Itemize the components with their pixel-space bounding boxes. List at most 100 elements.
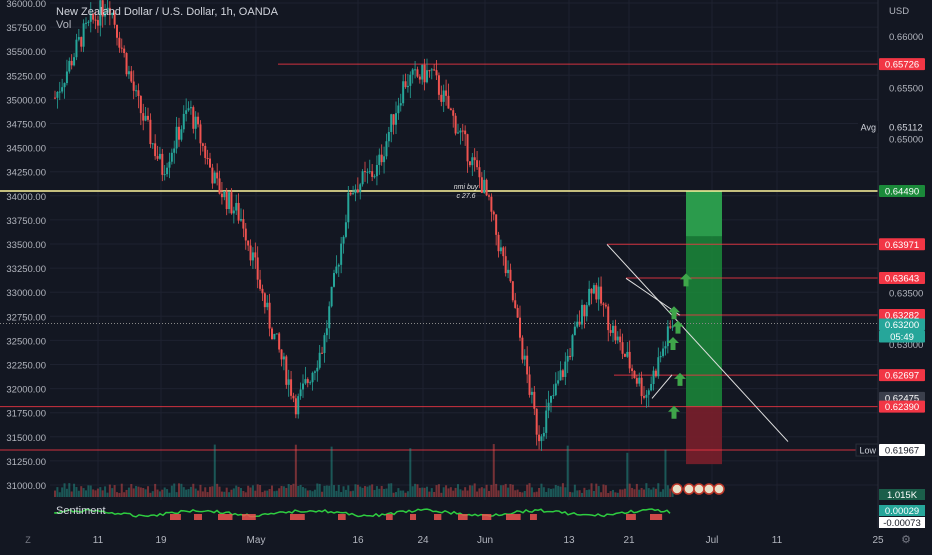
volume-bar	[235, 485, 238, 497]
candle-body	[268, 302, 271, 329]
candle-body	[483, 179, 486, 193]
volume-bar	[144, 489, 147, 497]
volume-bar	[428, 491, 431, 497]
candle-body	[144, 115, 147, 121]
volume-bar	[476, 491, 479, 497]
volume-tag-label: 1.015K	[887, 490, 918, 501]
right-axis-tick: 0.65000	[889, 135, 923, 146]
chart-header: New Zealand Dollar / U.S. Dollar, 1h, OA…	[56, 6, 278, 32]
volume-bar	[137, 486, 140, 497]
buy-annotation-value: c 27.6	[456, 193, 475, 200]
volume-bar	[528, 483, 531, 497]
volume-bar	[225, 487, 228, 497]
candle-body	[125, 53, 128, 75]
candle-body	[132, 81, 135, 91]
volume-bar	[123, 492, 126, 497]
right-axis-tick: 0.65500	[889, 83, 923, 94]
volume-bar	[516, 489, 519, 497]
left-axis-tick: 31750.00	[6, 409, 46, 420]
candle-body	[354, 189, 357, 194]
candle-body	[609, 330, 612, 333]
candle-body	[242, 219, 245, 229]
volume-bar	[249, 487, 252, 497]
candle-body	[123, 48, 126, 54]
volume-bar	[106, 492, 109, 497]
event-marker-icon[interactable]	[713, 483, 725, 495]
volume-bar	[185, 489, 188, 497]
volume-bar	[349, 491, 352, 497]
candle-body	[640, 377, 643, 397]
price-chart[interactable]: nmi buy c 27.6 36000.00 35750.00 35500.00 35…	[0, 0, 932, 550]
candle-body	[151, 143, 154, 145]
volume-bar	[101, 490, 104, 497]
volume-bar	[447, 488, 450, 497]
candle-body	[178, 126, 180, 140]
volume-bar	[614, 492, 617, 497]
sentiment-negative-bar	[458, 514, 468, 520]
candle-body	[173, 148, 176, 153]
event-marker-icon[interactable]	[693, 483, 705, 495]
candle-body	[650, 384, 653, 391]
candle-body	[223, 191, 226, 198]
candle-body	[490, 196, 493, 212]
volume-bar	[175, 492, 178, 497]
volume-bar	[318, 483, 321, 497]
candle-body	[607, 306, 610, 331]
volume-bar	[426, 486, 428, 497]
event-marker-icon[interactable]	[683, 483, 695, 495]
volume-bar	[473, 483, 476, 497]
volume-bar	[647, 488, 650, 497]
candle-body	[647, 390, 650, 395]
volume-bar	[63, 483, 66, 497]
timezone-icon: Z	[25, 535, 31, 545]
volume-bar	[151, 491, 154, 497]
candle-body	[194, 116, 197, 129]
volume-bar	[423, 487, 426, 497]
volume-bar	[354, 484, 357, 497]
volume-bar	[502, 485, 505, 497]
volume-bar	[387, 483, 390, 497]
volume-bar	[99, 487, 102, 497]
price-tag-label: 0.62390	[885, 402, 919, 413]
candle-body	[166, 167, 169, 175]
candle-body	[600, 286, 603, 304]
volume-bar	[592, 490, 595, 497]
volume-bar	[375, 486, 378, 497]
candle-body	[302, 383, 304, 390]
candle-body	[476, 160, 479, 168]
candle-body	[540, 436, 543, 442]
candle-body	[552, 395, 555, 397]
left-axis-tick: 32250.00	[6, 361, 46, 372]
candle-body	[550, 395, 552, 403]
candle-body	[237, 202, 240, 221]
volume-bar	[194, 488, 197, 497]
left-axis-tick: 35000.00	[6, 95, 46, 106]
volume-bar	[228, 492, 231, 497]
volume-bar	[266, 490, 269, 497]
volume-bar	[168, 492, 171, 497]
volume-bar	[206, 492, 209, 497]
candle-body	[192, 107, 195, 129]
volume-bar	[585, 490, 588, 497]
candle-body	[292, 395, 295, 399]
symbol-title: New Zealand Dollar / U.S. Dollar, 1h, OA…	[56, 6, 278, 18]
volume-bar	[335, 490, 338, 497]
candle-body	[163, 174, 166, 176]
volume-bar	[507, 487, 510, 497]
volume-bar	[561, 483, 564, 497]
volume-bar	[459, 489, 462, 497]
volume-bar	[142, 487, 145, 497]
event-marker-icon[interactable]	[703, 483, 715, 495]
volume-bar	[325, 485, 328, 497]
candle-body	[418, 76, 421, 80]
low-label: Low	[859, 446, 876, 456]
volume-bar	[602, 484, 605, 497]
candle-body	[218, 178, 221, 194]
price-tag-label: 0.65726	[885, 60, 919, 71]
volume-bar	[120, 483, 123, 497]
chart-area[interactable]: nmi buy c 27.6 36000.00 35750.00 35500.00 35…	[0, 0, 932, 550]
candle-body	[643, 396, 645, 398]
volume-bar	[514, 490, 517, 497]
event-marker-icon[interactable]	[671, 483, 683, 495]
candle-body	[333, 273, 335, 287]
